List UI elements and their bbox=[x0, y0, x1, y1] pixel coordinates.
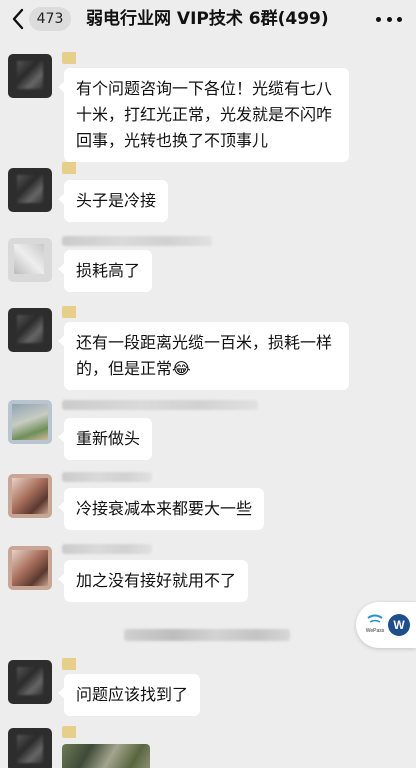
avatar[interactable] bbox=[8, 400, 52, 444]
avatar[interactable] bbox=[8, 238, 52, 282]
sender-name bbox=[62, 726, 82, 738]
chat-title: 弱电行业网 VIP技术 6群(499) bbox=[86, 9, 329, 29]
message-bubble[interactable]: 还有一段距离光缆一百米，损耗一样的，但是正常😂 bbox=[58, 322, 349, 390]
sender-name bbox=[62, 236, 212, 246]
message-text: 还有一段距离光缆一百米，损耗一样的，但是正常 bbox=[76, 333, 333, 378]
message-bubble[interactable]: 损耗高了 bbox=[57, 250, 153, 292]
message-bubble[interactable]: 有个问题咨询一下各位！光缆有七八十米，打红光正常，光发就是不闪咋回事，光转也换了… bbox=[58, 68, 349, 162]
sender-name bbox=[62, 658, 82, 670]
floating-widget[interactable]: WePass W bbox=[356, 602, 416, 648]
avatar[interactable] bbox=[8, 54, 52, 98]
laughing-emoji-icon: 😂 bbox=[172, 359, 191, 378]
message-bubble[interactable]: 加之没有接好就用不了 bbox=[57, 560, 249, 602]
avatar[interactable] bbox=[8, 660, 52, 704]
chat-header: 473 弱电行业网 VIP技术 6群(499) bbox=[0, 0, 416, 38]
unread-count-badge[interactable]: 473 bbox=[29, 7, 71, 31]
message-bubble[interactable]: 重新做头 bbox=[57, 418, 153, 460]
sender-name bbox=[62, 162, 82, 174]
avatar[interactable] bbox=[8, 474, 52, 518]
avatar[interactable] bbox=[8, 308, 52, 352]
image-message[interactable] bbox=[62, 744, 150, 768]
sender-name bbox=[62, 472, 152, 482]
sender-name bbox=[62, 306, 82, 318]
more-options-icon[interactable] bbox=[376, 10, 402, 28]
svg-text:WePass: WePass bbox=[366, 628, 385, 634]
avatar[interactable] bbox=[8, 168, 52, 212]
w-badge-icon: W bbox=[388, 614, 410, 636]
avatar[interactable] bbox=[8, 728, 52, 768]
sender-name bbox=[62, 544, 152, 554]
sender-name bbox=[62, 400, 258, 410]
message-bubble[interactable]: 问题应该找到了 bbox=[57, 674, 201, 716]
timestamp bbox=[124, 629, 290, 641]
message-bubble[interactable]: 头子是冷接 bbox=[57, 180, 169, 222]
message-bubble[interactable]: 冷接衰减本来都要大一些 bbox=[57, 488, 265, 530]
avatar[interactable] bbox=[8, 546, 52, 590]
wepass-logo-icon: WePass bbox=[366, 614, 385, 634]
sender-name bbox=[62, 52, 82, 64]
back-icon[interactable] bbox=[8, 6, 28, 32]
